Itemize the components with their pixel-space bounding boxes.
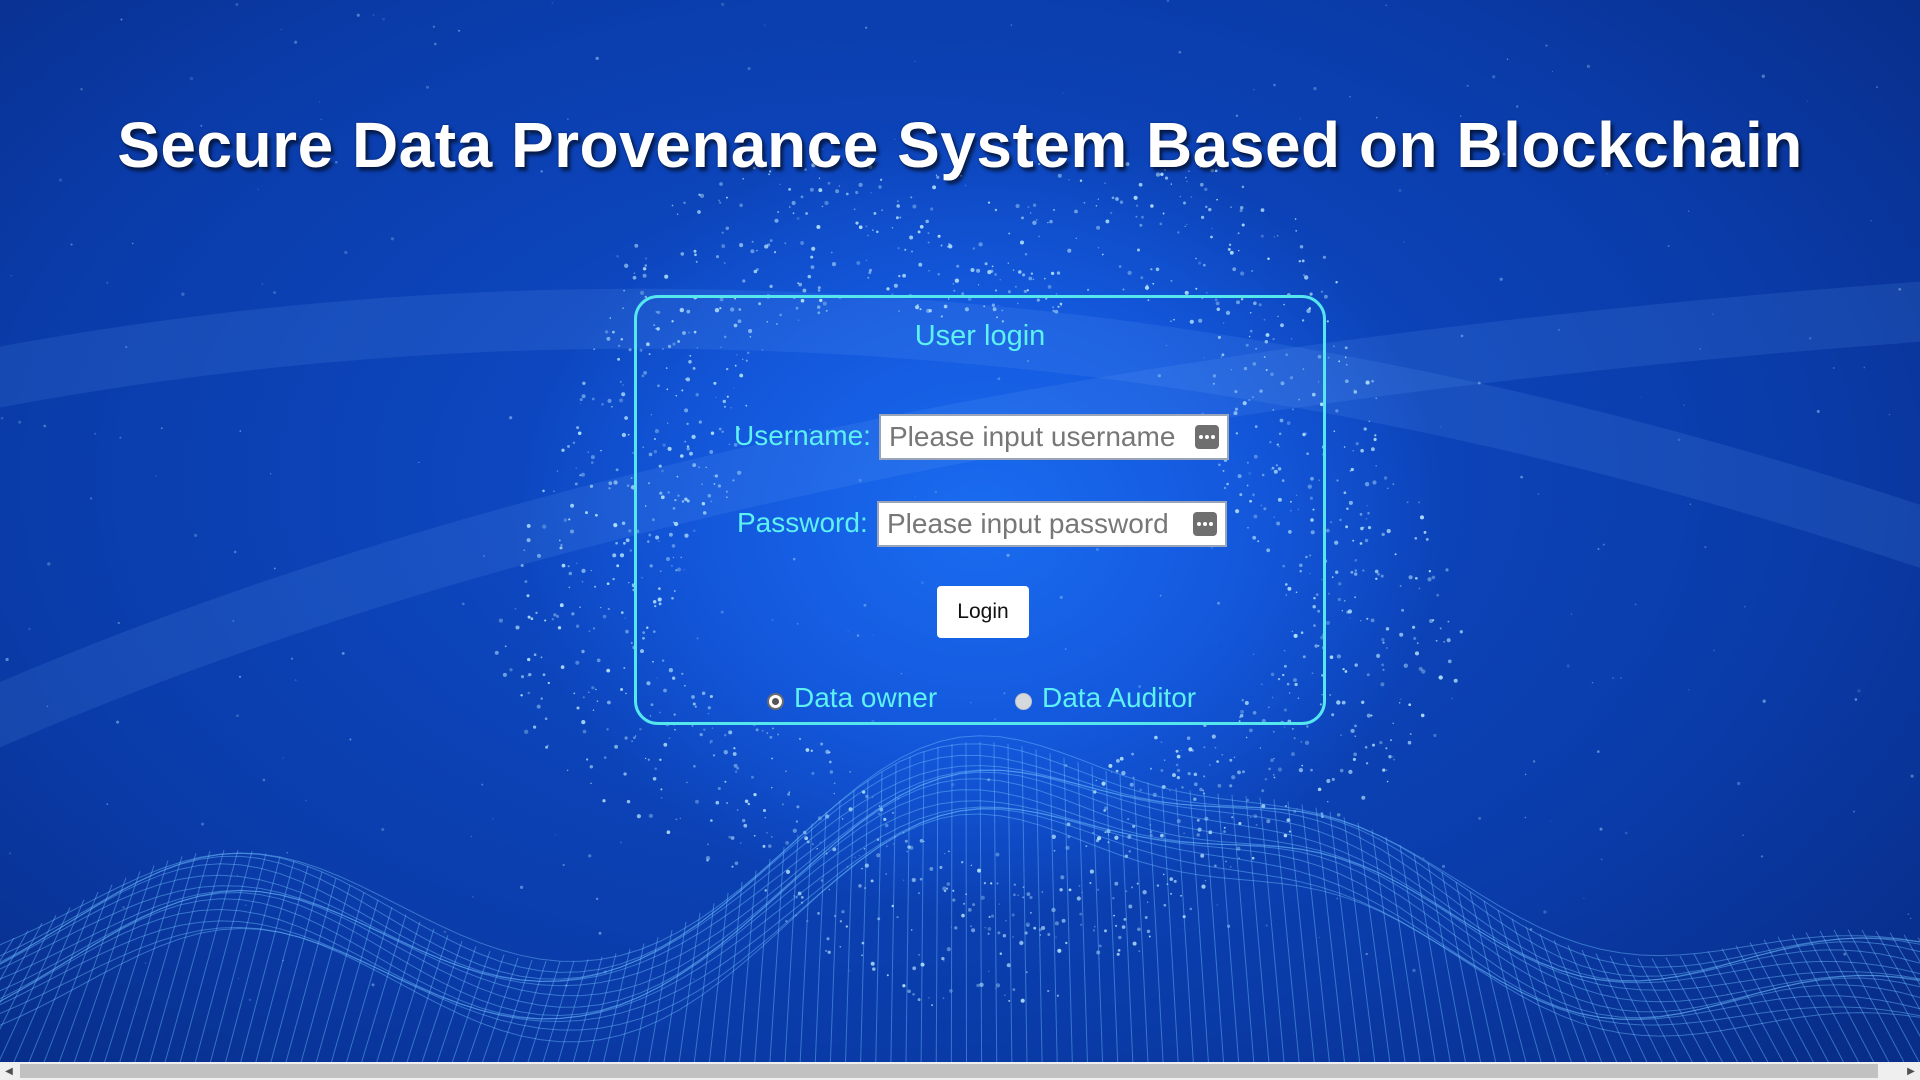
radio-unchecked-icon[interactable] <box>1015 692 1032 710</box>
more-dots-icon[interactable] <box>1193 512 1217 536</box>
username-field <box>879 414 1229 460</box>
more-dots-icon[interactable] <box>1195 425 1219 449</box>
radio-checked-icon[interactable] <box>767 692 784 710</box>
radio-data-auditor[interactable]: Data Auditor <box>1015 682 1196 714</box>
login-button[interactable]: Login <box>937 586 1029 638</box>
username-label: Username: <box>734 420 871 451</box>
password-input[interactable] <box>879 503 1195 545</box>
radio-label-data-owner: Data owner <box>794 682 938 713</box>
chevron-left-icon[interactable]: ◀ <box>0 1062 18 1080</box>
chevron-right-icon[interactable]: ▶ <box>1902 1062 1920 1080</box>
radio-label-data-auditor: Data Auditor <box>1042 682 1197 713</box>
scrollbar-thumb[interactable] <box>20 1064 1878 1078</box>
horizontal-scrollbar[interactable]: ◀ ▶ <box>0 1062 1920 1080</box>
login-heading: User login <box>914 320 1046 352</box>
username-input[interactable] <box>881 416 1197 458</box>
radio-data-owner[interactable]: Data owner <box>767 682 937 714</box>
password-label: Password: <box>737 507 868 538</box>
password-field <box>877 501 1227 547</box>
login-page: Secure Data Provenance System Based on B… <box>0 0 1920 1080</box>
page-title: Secure Data Provenance System Based on B… <box>117 109 1803 181</box>
login-panel: User login Username: Password: Login Dat… <box>634 295 1326 725</box>
